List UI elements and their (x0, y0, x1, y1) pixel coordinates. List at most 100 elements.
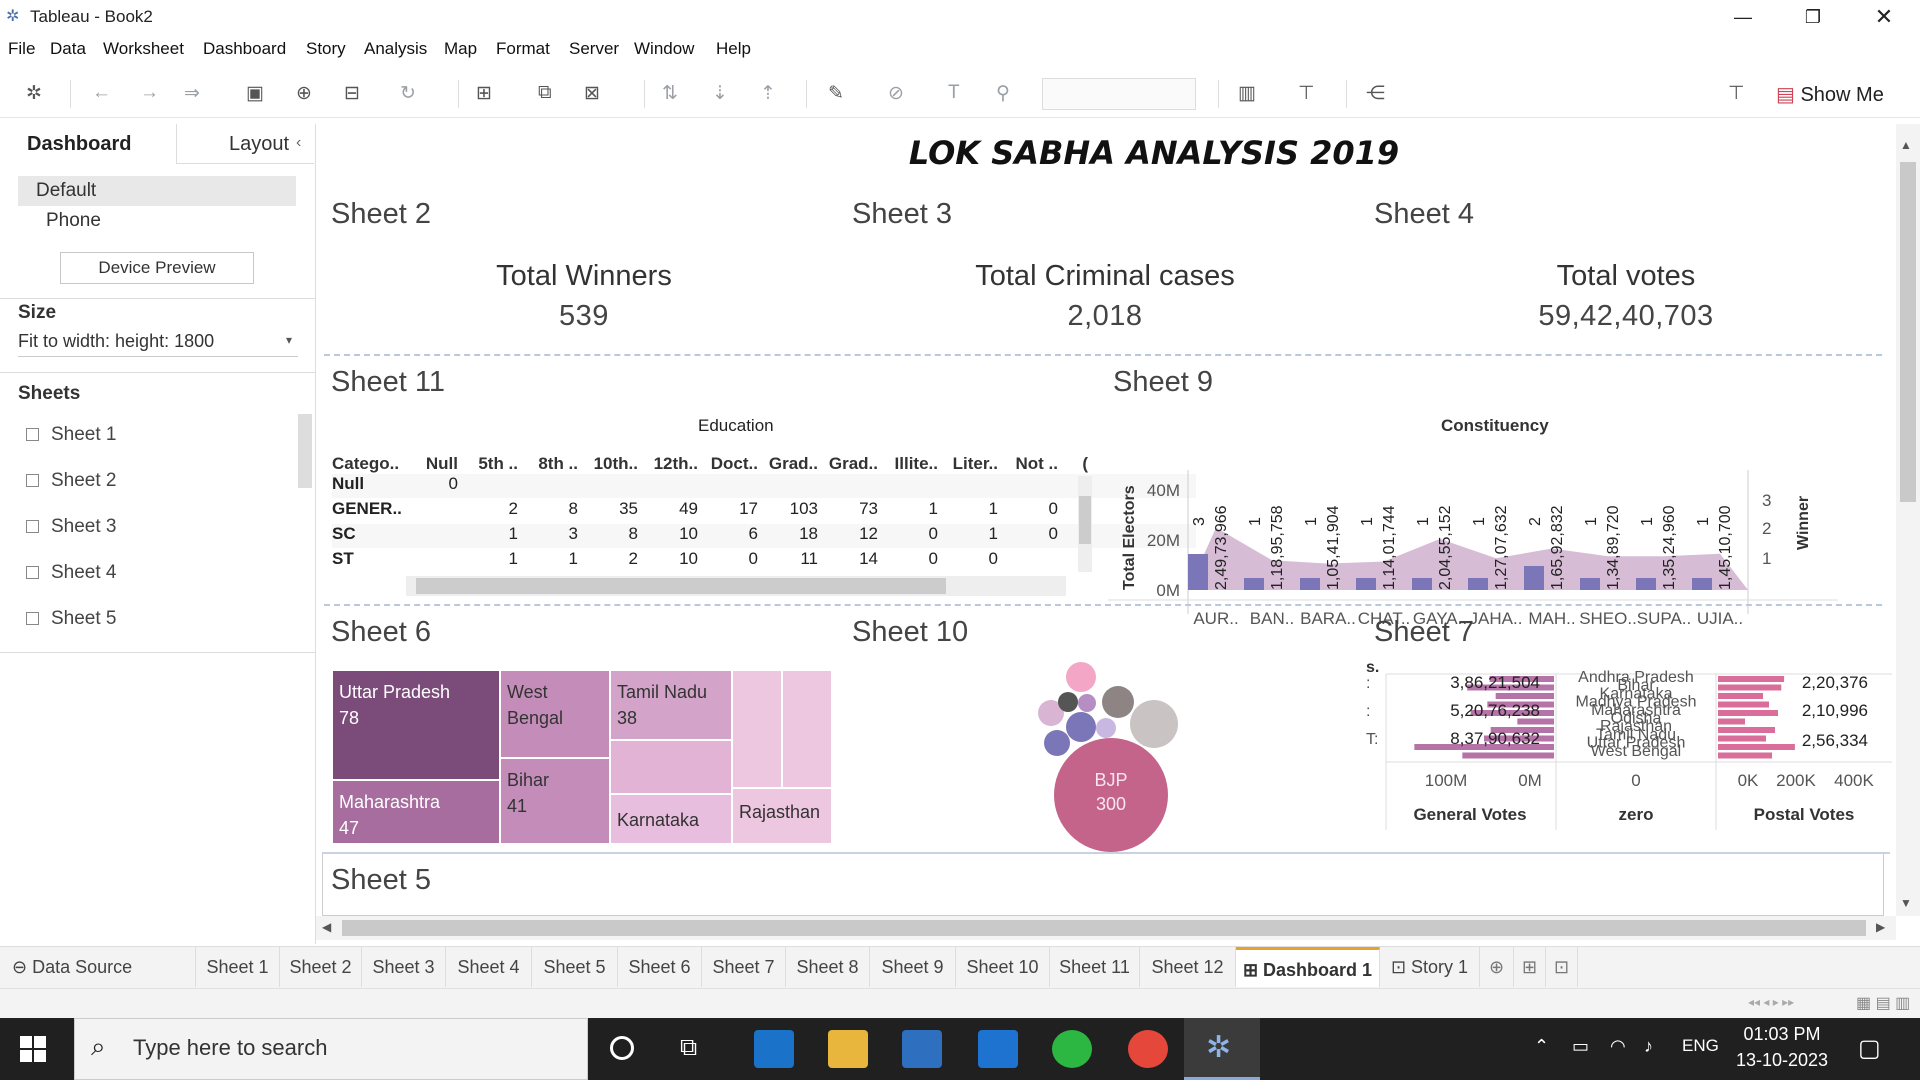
windows-start-icon[interactable] (20, 1036, 46, 1062)
device-preview-button[interactable]: Device Preview (60, 252, 254, 284)
menu-worksheet[interactable]: Worksheet (103, 39, 184, 59)
fit-dropdown[interactable] (1042, 78, 1196, 110)
cortana-icon[interactable] (610, 1036, 634, 1060)
save-icon[interactable]: ▣ (246, 82, 264, 105)
sheet-list-item[interactable]: Sheet 5 (26, 608, 117, 630)
table-vscroll-thumb[interactable] (1079, 496, 1091, 544)
menu-dashboard[interactable]: Dashboard (203, 39, 286, 59)
tab-dashboard-1[interactable]: ⊞ Dashboard 1 (1236, 947, 1380, 987)
hscrollbar-thumb[interactable] (342, 920, 1866, 936)
presentation-icon[interactable]: ⊤ (1298, 82, 1315, 105)
new-worksheet-icon[interactable]: ⊞ (476, 82, 492, 105)
clear-sheet-icon[interactable]: ⊠ (584, 82, 600, 105)
cards-icon[interactable]: ▥ (1238, 82, 1256, 105)
replay-icon[interactable]: ⇒ (184, 82, 200, 105)
new-dashboard-tab-icon[interactable]: ⊞ (1514, 947, 1546, 987)
wifi-icon[interactable]: ◠ (1610, 1036, 1626, 1057)
tab-sheet-1[interactable]: Sheet 1 (196, 947, 280, 987)
tray-chevron-up-icon[interactable]: ⌃ (1534, 1036, 1549, 1057)
bubble[interactable] (1044, 730, 1070, 756)
vertical-scrollbar[interactable]: ▲ ▼ (1896, 124, 1920, 916)
tab-sheet-5[interactable]: Sheet 5 (532, 947, 618, 987)
tab-sheet-11[interactable]: Sheet 11 (1050, 947, 1140, 987)
treemap-tile[interactable]: Tamil Nadu 38 (610, 670, 732, 740)
sort-ascending-icon[interactable]: ⇣ (712, 82, 728, 105)
tab-dashboard[interactable]: Dashboard (0, 124, 176, 164)
tab-layout[interactable]: Layout (176, 124, 314, 164)
highlight-icon[interactable]: ✎ (828, 82, 844, 105)
tab-sheet-4[interactable]: Sheet 4 (446, 947, 532, 987)
table-hscroll-thumb[interactable] (416, 578, 946, 594)
bubble[interactable] (1066, 662, 1096, 692)
clock-date[interactable]: 13-10-2023 (1732, 1050, 1832, 1071)
tab-sheet-3[interactable]: Sheet 3 (362, 947, 446, 987)
close-button[interactable]: ✕ (1855, 0, 1913, 34)
format-painter-icon[interactable]: ⊤ (1728, 82, 1745, 105)
tab-sheet-12[interactable]: Sheet 12 (1140, 947, 1236, 987)
volume-icon[interactable]: ♪ (1644, 1036, 1653, 1057)
pause-updates-icon[interactable]: ⊟ (344, 82, 360, 105)
treemap-tile[interactable]: Bihar 41 (500, 758, 610, 844)
undo-icon[interactable]: ← (92, 82, 111, 104)
language-indicator[interactable]: ENG (1682, 1036, 1719, 1056)
grid-view-icon[interactable]: ▦ ▤ ▥ (1856, 993, 1910, 1013)
nav-arrows-icon[interactable]: ◂◂ ◂ ▸ ▸▸ (1748, 995, 1794, 1009)
table-hscroll[interactable] (406, 576, 1066, 596)
tab-sheet-6[interactable]: Sheet 6 (618, 947, 702, 987)
new-worksheet-tab-icon[interactable]: ⊕ (1480, 947, 1514, 987)
bubble[interactable] (1058, 692, 1078, 712)
menu-map[interactable]: Map (444, 39, 477, 59)
menu-story[interactable]: Story (306, 39, 346, 59)
tab-data-source[interactable]: ⊖ Data Source (0, 947, 196, 987)
show-me-button[interactable]: ▤ Show Me (1776, 82, 1884, 107)
tableau-taskbar-button[interactable]: ✲ (1184, 1018, 1260, 1080)
new-data-source-icon[interactable]: ⊕ (296, 82, 312, 105)
scroll-right-icon[interactable]: ▶ (1876, 920, 1885, 934)
new-story-tab-icon[interactable]: ⊡ (1546, 947, 1578, 987)
taskbar-search[interactable]: ⌕ Type here to search (74, 1018, 588, 1080)
treemap-tile[interactable]: Karnataka (610, 794, 732, 844)
device-phone[interactable]: Phone (46, 210, 101, 232)
bubble[interactable] (1130, 700, 1178, 748)
device-default[interactable]: Default (18, 176, 296, 206)
clock-time[interactable]: 01:03 PM (1742, 1024, 1822, 1045)
chevron-down-icon[interactable]: ▾ (286, 333, 292, 347)
sheets-scrollbar[interactable] (298, 414, 312, 488)
table-vscroll[interactable] (1078, 476, 1092, 572)
scroll-up-icon[interactable]: ▲ (1900, 138, 1912, 152)
labels-icon[interactable]: T (948, 82, 960, 104)
pin-icon[interactable]: ⚲ (996, 82, 1010, 105)
treemap-tile[interactable]: West Bengal (500, 670, 610, 758)
store-icon[interactable] (902, 1030, 942, 1068)
tab-sheet-10[interactable]: Sheet 10 (956, 947, 1050, 987)
bubble[interactable] (1078, 694, 1096, 712)
battery-icon[interactable]: ▭ (1572, 1036, 1589, 1057)
sheet-list-item[interactable]: Sheet 4 (26, 562, 117, 584)
sort-descending-icon[interactable]: ⇡ (760, 82, 776, 105)
share-icon[interactable]: ⋲ (1366, 82, 1385, 105)
edge-icon[interactable] (754, 1030, 794, 1068)
notifications-icon[interactable]: ▢ (1858, 1034, 1881, 1063)
swap-icon[interactable]: ⇅ (662, 82, 678, 105)
whatsapp-icon[interactable] (1052, 1030, 1092, 1068)
file-explorer-icon[interactable] (828, 1030, 868, 1068)
sheet-list-item[interactable]: Sheet 3 (26, 516, 117, 538)
refresh-icon[interactable]: ↻ (400, 82, 416, 105)
tab-sheet-2[interactable]: Sheet 2 (280, 947, 362, 987)
scroll-left-icon[interactable]: ◀ (322, 920, 331, 934)
redo-icon[interactable]: → (140, 82, 159, 104)
tab-sheet-9[interactable]: Sheet 9 (870, 947, 956, 987)
treemap-tile[interactable] (610, 740, 732, 794)
bubble[interactable] (1066, 712, 1096, 742)
menu-data[interactable]: Data (50, 39, 86, 59)
group-icon[interactable]: ⊘ (888, 82, 904, 105)
collapse-panel-icon[interactable]: ‹ (296, 134, 301, 152)
task-view-icon[interactable]: ⧉ (680, 1034, 697, 1062)
mail-icon[interactable] (978, 1030, 1018, 1068)
minimize-button[interactable]: — (1714, 0, 1772, 34)
tab-sheet-7[interactable]: Sheet 7 (702, 947, 786, 987)
size-dropdown[interactable]: Fit to width: height: 1800 (18, 331, 298, 357)
treemap-tile[interactable]: Maharashtra 47 (332, 780, 500, 844)
bjp-bubble[interactable]: BJP 300 (1054, 738, 1168, 852)
tab-story-1[interactable]: ⊡ Story 1 (1380, 947, 1480, 987)
